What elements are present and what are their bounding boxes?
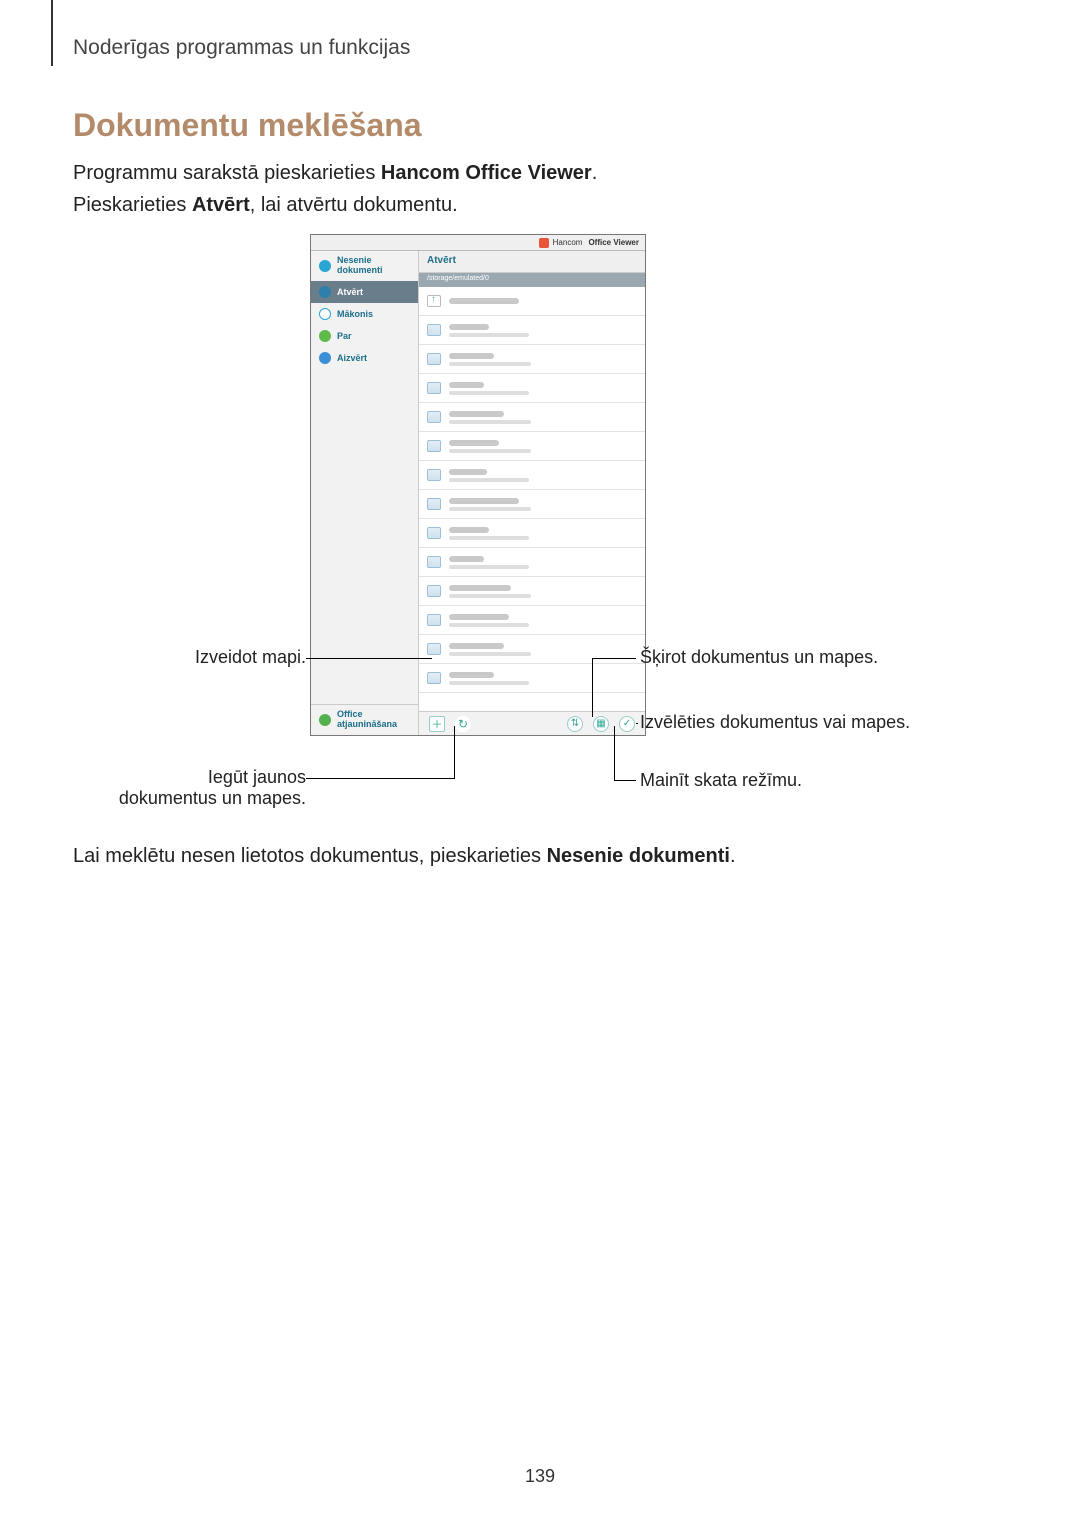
bold-recent: Nesenie dokumenti <box>547 845 730 867</box>
cloud-icon <box>319 308 331 320</box>
list-item[interactable] <box>419 577 645 606</box>
list-item[interactable] <box>419 345 645 374</box>
sidebar-item-label: Par <box>337 331 352 341</box>
sidebar-item-recent[interactable]: Nesenie dokumenti <box>311 251 418 281</box>
sort-button[interactable] <box>567 716 583 732</box>
bottom-toolbar <box>419 711 645 735</box>
up-folder-icon <box>427 295 441 307</box>
text: . <box>730 845 736 867</box>
callout-select: Izvēlēties dokumentus vai mapes. <box>640 712 920 733</box>
close-icon <box>319 352 331 364</box>
sidebar-item-label: Office atjaunināšana <box>337 710 410 730</box>
refresh-button[interactable] <box>455 716 471 732</box>
list-item[interactable] <box>419 548 645 577</box>
folder-icon <box>427 440 441 452</box>
list-item[interactable] <box>419 374 645 403</box>
folder-icon <box>427 353 441 365</box>
file-list[interactable] <box>419 287 645 711</box>
folder-icon <box>427 643 441 655</box>
text: Lai meklētu nesen lietotos dokumentus, p… <box>73 845 547 867</box>
select-button[interactable] <box>619 716 635 732</box>
app-titlebar: Hancom Office Viewer <box>311 235 645 251</box>
text: . <box>592 162 598 184</box>
sidebar-item-open[interactable]: Atvērt <box>311 281 418 303</box>
sidebar-item-label: Aizvērt <box>337 353 367 363</box>
page-number: 139 <box>0 1466 1080 1487</box>
path-bar: /storage/emulated/0 <box>419 273 645 287</box>
info-icon <box>319 330 331 342</box>
sidebar-item-about[interactable]: Par <box>311 325 418 347</box>
text: , lai atvērtu dokumentu. <box>250 194 458 216</box>
folder-icon <box>427 498 441 510</box>
list-item[interactable] <box>419 461 645 490</box>
list-item[interactable] <box>419 664 645 693</box>
folder-icon <box>427 556 441 568</box>
callout-sort: Šķirot dokumentus un mapes. <box>640 647 900 668</box>
callout-line <box>592 658 593 717</box>
callout-line <box>454 726 455 779</box>
sidebar-item-close[interactable]: Aizvērt <box>311 347 418 369</box>
folder-icon <box>427 585 441 597</box>
new-folder-button[interactable] <box>429 716 445 732</box>
sidebar-item-label: Atvērt <box>337 287 363 297</box>
callout-view: Mainīt skata režīmu. <box>640 770 900 791</box>
callout-line <box>636 723 638 724</box>
paragraph-3: Lai meklētu nesen lietotos dokumentus, p… <box>73 845 736 868</box>
text: Pieskarieties <box>73 194 192 216</box>
list-item[interactable] <box>419 519 645 548</box>
folder-icon <box>427 527 441 539</box>
callout-create-folder: Izveidot mapi. <box>186 647 306 668</box>
app-title-rest: Office Viewer <box>588 238 639 247</box>
text: Programmu sarakstā pieskarieties <box>73 162 381 184</box>
sidebar-item-label: Mākonis <box>337 309 373 319</box>
view-mode-button[interactable] <box>593 716 609 732</box>
list-item[interactable] <box>419 432 645 461</box>
main-panel: Atvērt /storage/emulated/0 <box>419 251 645 735</box>
list-item[interactable] <box>419 635 645 664</box>
callout-line <box>306 658 432 659</box>
recent-icon <box>319 260 331 272</box>
list-item-up[interactable] <box>419 287 645 316</box>
sidebar-item-label: Nesenie dokumenti <box>337 256 410 276</box>
list-item[interactable] <box>419 606 645 635</box>
paragraph-2: Pieskarieties Atvērt, lai atvērtu dokume… <box>73 190 458 221</box>
sidebar-item-update[interactable]: Office atjaunināšana <box>311 704 418 735</box>
page-header: Noderīgas programmas un funkcijas <box>73 36 410 60</box>
list-item[interactable] <box>419 403 645 432</box>
update-icon <box>319 714 331 726</box>
page-crop-mark <box>51 0 53 66</box>
sidebar-item-cloud[interactable]: Mākonis <box>311 303 418 325</box>
folder-icon <box>427 411 441 423</box>
app-title-brand: Hancom <box>553 238 583 247</box>
callout-line <box>306 778 454 779</box>
section-title: Dokumentu meklēšana <box>73 107 422 144</box>
callout-refresh: Iegūt jaunos dokumentus un mapes. <box>106 767 306 809</box>
folder-icon <box>427 614 441 626</box>
folder-icon <box>427 324 441 336</box>
list-item[interactable] <box>419 316 645 345</box>
sidebar: Nesenie dokumenti Atvērt Mākonis Par Aiz… <box>311 251 419 735</box>
folder-icon <box>427 382 441 394</box>
folder-icon <box>427 469 441 481</box>
app-screenshot: Hancom Office Viewer Nesenie dokumenti A… <box>310 234 646 736</box>
bold-open: Atvērt <box>192 194 250 216</box>
callout-line <box>614 780 636 781</box>
callout-line <box>614 726 615 781</box>
callout-line <box>592 658 636 659</box>
paragraph-1: Programmu sarakstā pieskarieties Hancom … <box>73 158 597 189</box>
main-header: Atvērt <box>419 251 645 273</box>
bold-app-name: Hancom Office Viewer <box>381 162 592 184</box>
list-item[interactable] <box>419 490 645 519</box>
app-logo-icon <box>539 238 549 248</box>
folder-icon <box>427 672 441 684</box>
open-folder-icon <box>319 286 331 298</box>
